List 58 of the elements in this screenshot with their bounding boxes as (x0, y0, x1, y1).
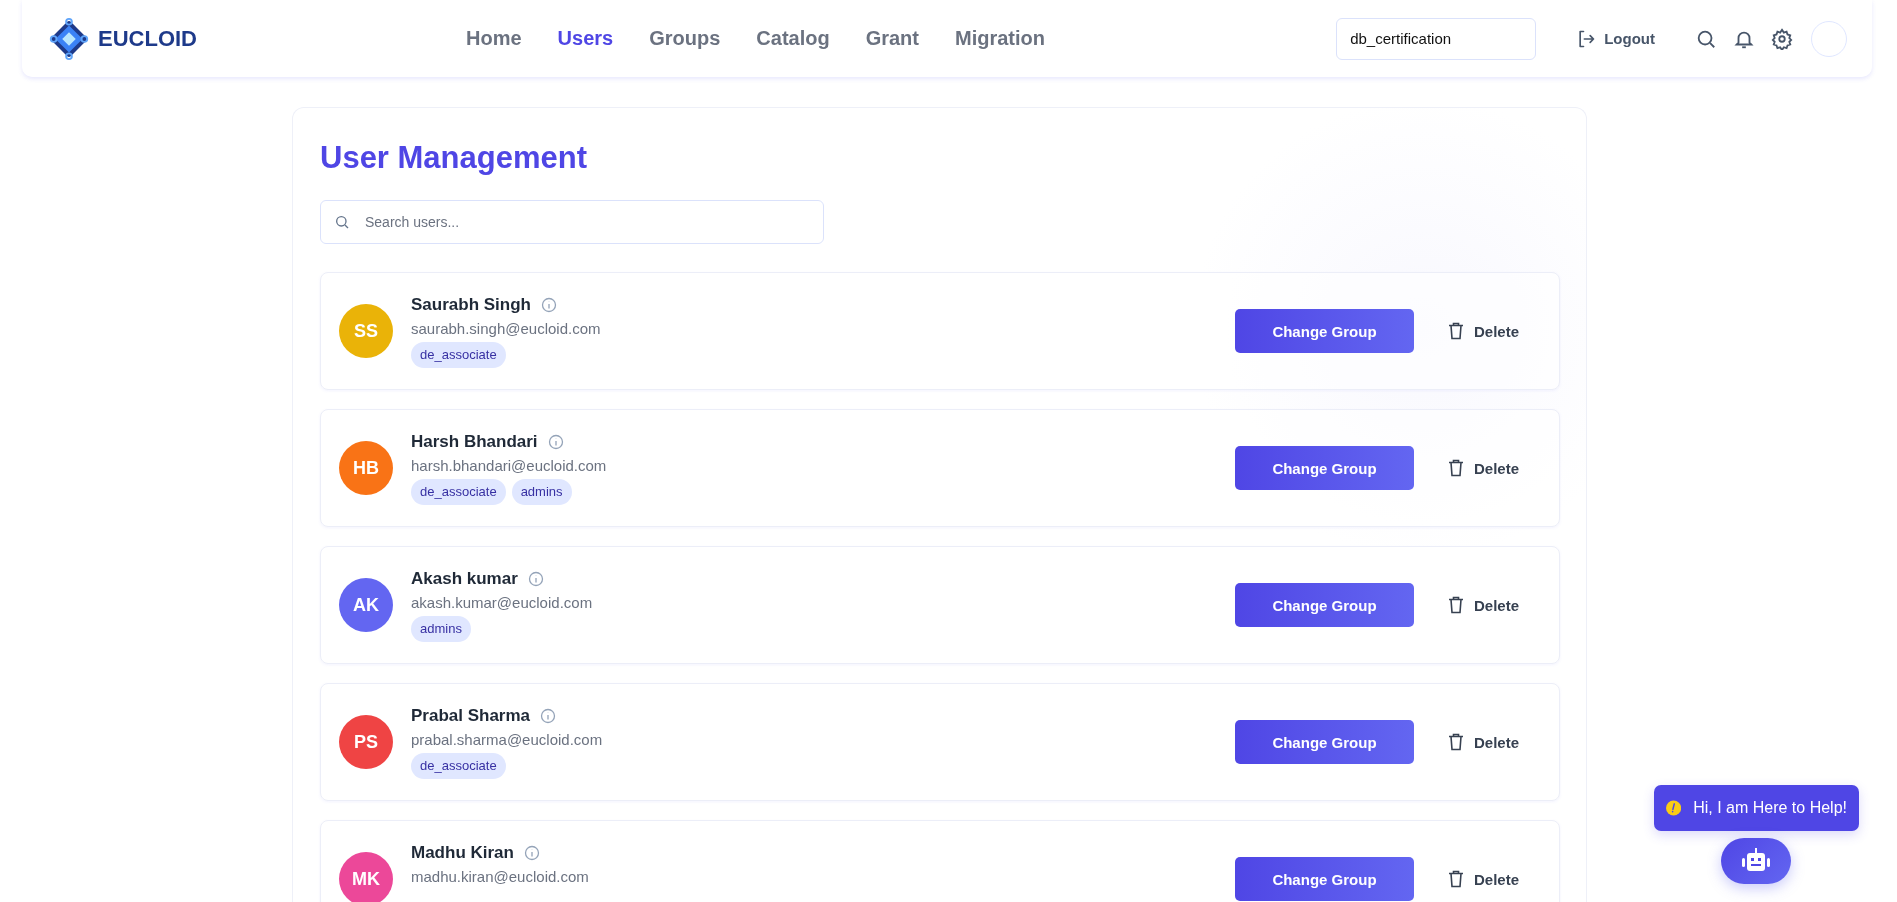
user-avatar: AK (339, 578, 393, 632)
user-name: Prabal Sharma (411, 705, 531, 726)
logout-button[interactable]: Logout (1572, 24, 1659, 53)
info-icon[interactable] (547, 433, 564, 450)
trash-icon (1447, 459, 1464, 477)
nav-link[interactable]: Users (557, 27, 614, 50)
change-group-button[interactable]: Change Group (1234, 309, 1414, 353)
trash-icon (1447, 596, 1464, 614)
delete-button[interactable]: Delete (1443, 866, 1523, 892)
change-group-button[interactable]: Change Group (1234, 583, 1414, 627)
robot-icon (1741, 848, 1771, 874)
change-group-button[interactable]: Change Group (1234, 720, 1414, 764)
info-icon[interactable] (540, 296, 557, 313)
info-icon[interactable] (540, 707, 557, 724)
nav-link[interactable]: Grant (865, 27, 919, 50)
user-email: saurabh.singh@eucloid.com (411, 319, 602, 337)
nav-link[interactable]: Migration (955, 27, 1045, 50)
nav-link[interactable]: Catalog (756, 27, 830, 50)
delete-button[interactable]: Delete (1443, 592, 1523, 618)
user-name: Akash kumar (411, 568, 518, 589)
delete-button[interactable]: Delete (1443, 729, 1523, 755)
group-tag: de_associate (411, 478, 506, 505)
group-tag: admins (511, 478, 572, 505)
workspace-field[interactable]: db_certification (1336, 17, 1537, 60)
logout-icon (1576, 28, 1597, 49)
user-avatar: HB (339, 441, 393, 495)
user-email: akash.kumar@eucloid.com (411, 593, 594, 611)
chatbot-button[interactable] (1721, 838, 1791, 884)
user-email: madhu.kiran@eucloid.com (411, 867, 590, 885)
info-icon[interactable] (527, 570, 544, 587)
user-name: Harsh Bhandari (411, 431, 538, 452)
page-title: User Management (320, 140, 589, 176)
nav-link[interactable]: Groups (649, 27, 721, 50)
change-group-button[interactable]: Change Group (1234, 857, 1414, 901)
user-avatar: SS (339, 304, 393, 358)
user-avatar: MK (339, 852, 393, 902)
delete-button[interactable]: Delete (1443, 455, 1523, 481)
trash-icon (1447, 870, 1464, 888)
nav-link[interactable]: Home (466, 27, 522, 50)
trash-icon (1447, 322, 1464, 340)
user-avatar: PS (339, 715, 393, 769)
search-field[interactable]: Search users... (320, 200, 824, 244)
settings-icon[interactable] (1771, 27, 1793, 50)
brand-name: EUCLOID (98, 25, 197, 52)
change-group-button[interactable]: Change Group (1234, 446, 1414, 490)
delete-button[interactable]: Delete (1443, 318, 1523, 344)
alert-icon (1666, 797, 1682, 819)
info-icon[interactable] (523, 844, 540, 861)
group-tag: admins (411, 615, 471, 642)
search-icon (334, 214, 350, 230)
help-message[interactable]: Hi, I am Here to Help! (1654, 785, 1859, 831)
group-tag: de_associate (411, 752, 506, 779)
trash-icon (1447, 733, 1464, 751)
user-email: harsh.bhandari@eucloid.com (411, 456, 608, 474)
group-tag: de_associate (411, 341, 506, 368)
user-email: prabal.sharma@eucloid.com (411, 730, 604, 748)
user-name: Madhu Kiran (411, 842, 514, 863)
user-name: Saurabh Singh (411, 294, 531, 315)
